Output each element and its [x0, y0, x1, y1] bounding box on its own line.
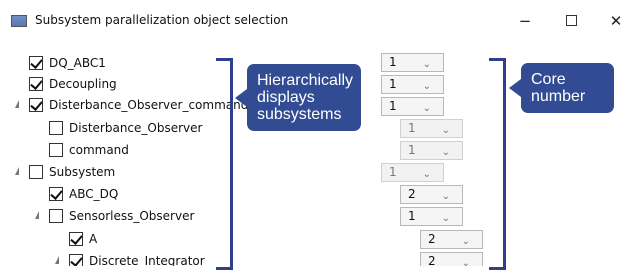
- core-annotation-bracket: [489, 58, 506, 270]
- core-number-value: 1: [389, 77, 397, 91]
- expander-icon[interactable]: [11, 167, 19, 175]
- core-number-select[interactable]: 2 ⌄: [400, 185, 463, 204]
- tree-item-label: Subsystem: [49, 165, 116, 179]
- chevron-down-icon: ⌄: [461, 258, 470, 266]
- core-number-value: 1: [389, 99, 397, 113]
- title-bar[interactable]: Subsystem parallelization object selecti…: [0, 0, 628, 40]
- core-number-value: 1: [408, 143, 416, 157]
- core-number-select[interactable]: 1 ⌄: [400, 141, 463, 160]
- tree-item-label: DQ_ABC1: [49, 56, 106, 70]
- checkbox[interactable]: [29, 98, 43, 112]
- checkbox[interactable]: [29, 165, 43, 179]
- expander-icon[interactable]: [11, 100, 19, 108]
- core-number-value: 2: [428, 254, 436, 266]
- window-title: Subsystem parallelization object selecti…: [35, 13, 289, 27]
- core-number-value: 1: [408, 209, 416, 223]
- checkbox[interactable]: [69, 254, 83, 266]
- core-number-callout: Core number: [521, 63, 614, 113]
- checkbox[interactable]: [49, 121, 63, 135]
- app-icon: [11, 15, 27, 27]
- tree-item-label: command: [69, 143, 129, 157]
- core-number-select[interactable]: 1 ⌄: [381, 163, 444, 182]
- core-number-select[interactable]: 1 ⌄: [400, 207, 463, 226]
- chevron-down-icon: ⌄: [422, 103, 431, 114]
- core-number-select[interactable]: 1 ⌄: [381, 97, 444, 116]
- chevron-down-icon: ⌄: [422, 81, 431, 92]
- core-number-select[interactable]: 2 ⌄: [420, 252, 483, 266]
- expander-icon[interactable]: [31, 211, 39, 219]
- chevron-down-icon: ⌄: [461, 236, 470, 247]
- tree-item-label: Decoupling: [49, 77, 117, 91]
- expander-icon[interactable]: [51, 256, 59, 264]
- core-number-value: 2: [408, 187, 416, 201]
- checkbox[interactable]: [29, 56, 43, 70]
- checkbox[interactable]: [69, 232, 83, 246]
- chevron-down-icon: ⌄: [422, 169, 431, 180]
- core-number-value: 2: [428, 232, 436, 246]
- chevron-down-icon: ⌄: [441, 125, 450, 136]
- core-number-value: 1: [408, 121, 416, 135]
- maximize-button[interactable]: [557, 9, 585, 33]
- maximize-icon: [565, 15, 577, 26]
- chevron-down-icon: ⌄: [441, 191, 450, 202]
- chevron-down-icon: ⌄: [441, 147, 450, 158]
- tree-item-label: A: [89, 232, 98, 246]
- checkbox[interactable]: [49, 143, 63, 157]
- core-number-value: 1: [389, 55, 397, 69]
- subsystem-selection-window: Subsystem parallelization object selecti…: [0, 0, 628, 270]
- core-number-select[interactable]: 1 ⌄: [381, 53, 444, 72]
- core-number-select[interactable]: 1 ⌄: [400, 119, 463, 138]
- tree-annotation-bracket: [216, 58, 233, 270]
- checkbox[interactable]: [49, 209, 63, 223]
- core-number-value: 1: [389, 165, 397, 179]
- checkbox[interactable]: [49, 187, 63, 201]
- minimize-button[interactable]: −: [511, 9, 539, 33]
- close-button[interactable]: ✕: [602, 9, 628, 33]
- tree-item-label: Disterbance_Observer: [69, 121, 203, 135]
- core-number-select[interactable]: 2 ⌄: [420, 230, 483, 249]
- tree-item-label: ABC_DQ: [69, 187, 119, 201]
- chevron-down-icon: ⌄: [422, 59, 431, 70]
- hierarchy-callout: Hierarchically displays subsystems: [247, 64, 361, 131]
- tree-item-label: Discrete_Integrator: [89, 254, 205, 266]
- tree-item-label: Sensorless_Observer: [69, 209, 195, 223]
- checkbox[interactable]: [29, 77, 43, 91]
- chevron-down-icon: ⌄: [441, 213, 450, 224]
- core-number-select[interactable]: 1 ⌄: [381, 75, 444, 94]
